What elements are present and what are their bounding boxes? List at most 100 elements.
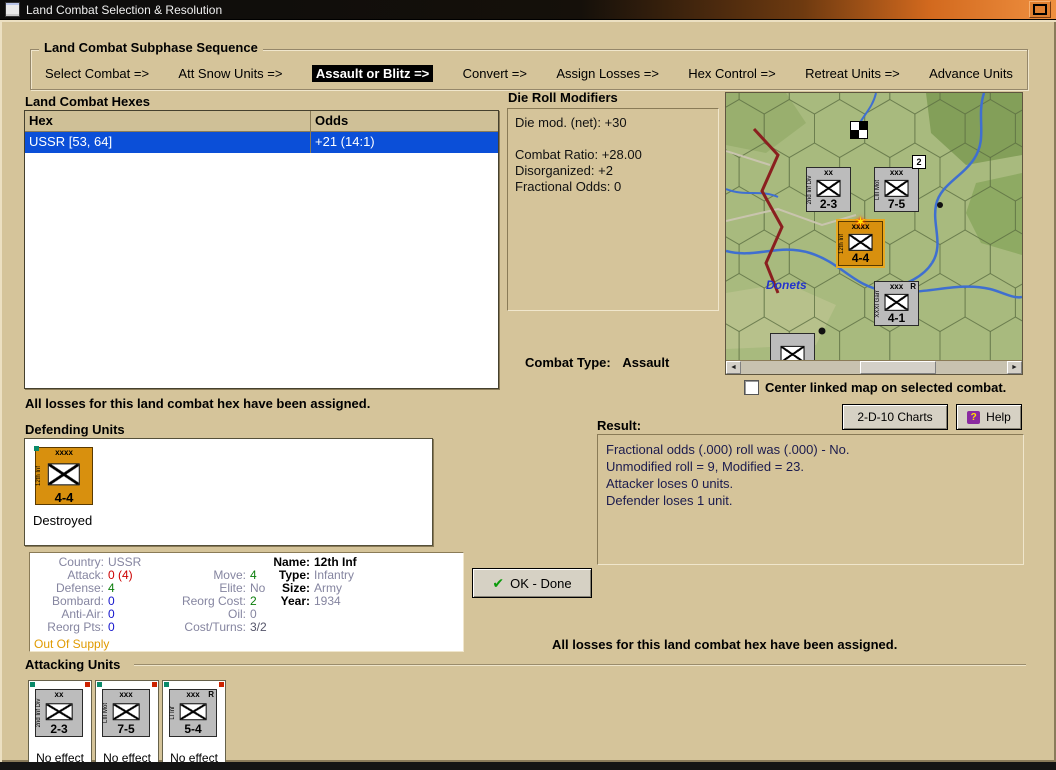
- combat-hexes-table: Hex Odds USSR [53, 64] +21 (14:1): [24, 110, 499, 389]
- attacking-unit-slot[interactable]: xx 2nd Inf Div 2-3 No effect: [28, 680, 92, 768]
- result-box: Fractional odds (.000) roll was (.000) -…: [597, 434, 1024, 565]
- scroll-right-button[interactable]: ►: [1007, 361, 1022, 374]
- desktop-edge-strip: [0, 762, 1056, 770]
- unit-strength-label: 7-5: [887, 197, 906, 211]
- losses-assigned-message-right: All losses for this land combat hex have…: [552, 637, 898, 652]
- sequence-step-assign-losses: Assign Losses =>: [556, 66, 659, 81]
- center-map-checkbox[interactable]: [744, 380, 759, 395]
- infantry-symbol-icon: [884, 180, 909, 197]
- scroll-left-button[interactable]: ◄: [726, 361, 741, 374]
- infantry-symbol-icon: [47, 463, 81, 485]
- attacking-unit-slot[interactable]: R xxx LI Inf 5-4 No effect: [162, 680, 226, 768]
- combat-hexes-header: Hex Odds: [25, 111, 498, 132]
- sequence-step-retreat-units: Retreat Units =>: [805, 66, 900, 81]
- disorganized-dot-icon: [85, 682, 90, 687]
- app-icon: [5, 2, 20, 17]
- sequence-step-convert: Convert =>: [462, 66, 527, 81]
- check-icon: ✔: [492, 574, 505, 591]
- sequence-step-hex-control: Hex Control =>: [688, 66, 776, 81]
- charts-button-label: 2-D-10 Charts: [857, 410, 933, 424]
- combat-hex-cell: USSR [53, 64]: [25, 132, 311, 153]
- combat-odds-cell: +21 (14:1): [315, 134, 375, 149]
- map-unit-counter[interactable]: xxx LIII Mot 7-5: [874, 167, 919, 212]
- section-title-result: Result:: [597, 418, 642, 433]
- map-unit-counter-partial[interactable]: [770, 333, 815, 360]
- explosion-icon: ✶: [854, 214, 867, 231]
- unit-strength-label: 7-5: [117, 722, 135, 736]
- infantry-symbol-icon: [848, 234, 873, 251]
- help-button[interactable]: ? Help: [956, 404, 1022, 430]
- column-header-odds: Odds: [315, 113, 349, 128]
- ok-done-button[interactable]: ✔ OK - Done: [472, 568, 592, 598]
- sequence-step-select-combat: Select Combat =>: [45, 66, 150, 81]
- combat-type: Combat Type: Assault: [525, 355, 669, 370]
- charts-button[interactable]: 2-D-10 Charts: [842, 404, 948, 430]
- map-unit-counter[interactable]: xx 2nd Inf Div 2-3: [806, 167, 851, 212]
- unit-strength-label: 5-4: [184, 722, 202, 736]
- section-title-die-roll-modifiers: Die Roll Modifiers: [508, 90, 618, 105]
- title-bar: Land Combat Selection & Resolution: [0, 0, 1056, 20]
- result-line: Defender loses 1 unit.: [606, 493, 733, 508]
- linked-minimap[interactable]: Donets 2 xx 2nd Inf Div 2-3 xxx LIII Mot…: [725, 92, 1023, 375]
- supply-dot-icon: [97, 682, 102, 687]
- map-viewport[interactable]: Donets 2 xx 2nd Inf Div 2-3 xxx LIII Mot…: [726, 93, 1022, 360]
- detail-value-cost-turns: 3/2: [250, 620, 267, 634]
- unit-status-destroyed: Destroyed: [33, 513, 93, 528]
- map-unit-counter-selected[interactable]: ✶ xxxx 12th Inf 4-4: [838, 214, 883, 266]
- die-mod-net-line: Die mod. (net): +30: [515, 115, 627, 130]
- attacking-unit-slot[interactable]: xxx LIII Mot 7-5 No effect: [95, 680, 159, 768]
- scrollbar-thumb[interactable]: [860, 361, 936, 374]
- infantry-symbol-icon: [780, 346, 805, 360]
- combat-hex-row[interactable]: USSR [53, 64] +21 (14:1): [25, 132, 498, 153]
- column-header-hex: Hex: [25, 111, 311, 131]
- section-title-defending-units: Defending Units: [25, 422, 125, 437]
- infantry-symbol-icon: [45, 702, 73, 721]
- disorganized-dot-icon: [219, 682, 224, 687]
- supply-dot-icon: [30, 682, 35, 687]
- unit-size-label: xxx: [889, 168, 904, 177]
- detail-value-reorg-pts: 0: [108, 620, 115, 634]
- unit-size-label: xxx: [186, 690, 200, 699]
- help-icon: ?: [967, 410, 981, 424]
- infantry-symbol-icon: [112, 702, 140, 721]
- combat-type-value: Assault: [622, 355, 670, 370]
- infantry-symbol-icon: [179, 702, 207, 721]
- detail-value-year: 1934: [314, 594, 341, 608]
- unit-strength-label: 4-1: [887, 311, 906, 325]
- unit-size-label: xxx: [119, 690, 133, 699]
- sequence-groupbox: Land Combat Subphase Sequence Select Com…: [30, 40, 1028, 90]
- detail-label: Reorg Pts:: [47, 620, 104, 634]
- infantry-symbol-icon: [884, 294, 909, 311]
- attacking-unit-counter[interactable]: xx 2nd Inf Div 2-3: [35, 689, 83, 737]
- detail-label-year: Year:: [280, 594, 310, 608]
- defending-unit-counter[interactable]: xxxx 12th Inf 4-4: [35, 447, 93, 505]
- result-line: Unmodified roll = 9, Modified = 23.: [606, 459, 804, 474]
- attacking-unit-counter[interactable]: R xxx LI Inf 5-4: [169, 689, 217, 737]
- unit-size-label: xx: [824, 168, 833, 177]
- window-glyph-icon: [1033, 4, 1047, 15]
- river-label: Donets: [766, 278, 807, 292]
- unit-size-label: xxxx: [55, 448, 73, 457]
- die-marker-icon: [850, 121, 868, 139]
- combat-ratio-line: Combat Ratio: +28.00: [515, 147, 642, 162]
- losses-assigned-message-left: All losses for this land combat hex have…: [25, 396, 371, 411]
- sequence-steps: Select Combat => Att Snow Units => Assau…: [31, 50, 1027, 89]
- unit-strength-label: 2-3: [819, 197, 838, 211]
- combat-type-label: Combat Type:: [525, 355, 611, 370]
- scrollbar-track[interactable]: [741, 361, 1007, 374]
- unit-details-panel: Country: USSR Attack: 0 (4) Defense: 4 Bomb…: [29, 552, 464, 652]
- attacking-units-divider: [134, 664, 1026, 666]
- disorganized-dot-icon: [152, 682, 157, 687]
- infantry-symbol-icon: [816, 180, 841, 197]
- window-control-button[interactable]: [1029, 1, 1051, 18]
- supply-dot-icon: [34, 446, 39, 451]
- sequence-title: Land Combat Subphase Sequence: [39, 40, 263, 55]
- center-map-checkbox-label: Center linked map on selected combat.: [765, 380, 1007, 395]
- fractional-odds-line: Fractional Odds: 0: [515, 179, 622, 194]
- result-line: Attacker loses 0 units.: [606, 476, 734, 491]
- sequence-step-assault-or-blitz: Assault or Blitz =>: [311, 65, 434, 82]
- center-map-option: Center linked map on selected combat.: [744, 380, 1006, 395]
- map-horizontal-scrollbar[interactable]: ◄ ►: [726, 360, 1022, 374]
- map-unit-counter[interactable]: R xxx XXXI Garr 4-1: [874, 281, 919, 326]
- attacking-unit-counter[interactable]: xxx LIII Mot 7-5: [102, 689, 150, 737]
